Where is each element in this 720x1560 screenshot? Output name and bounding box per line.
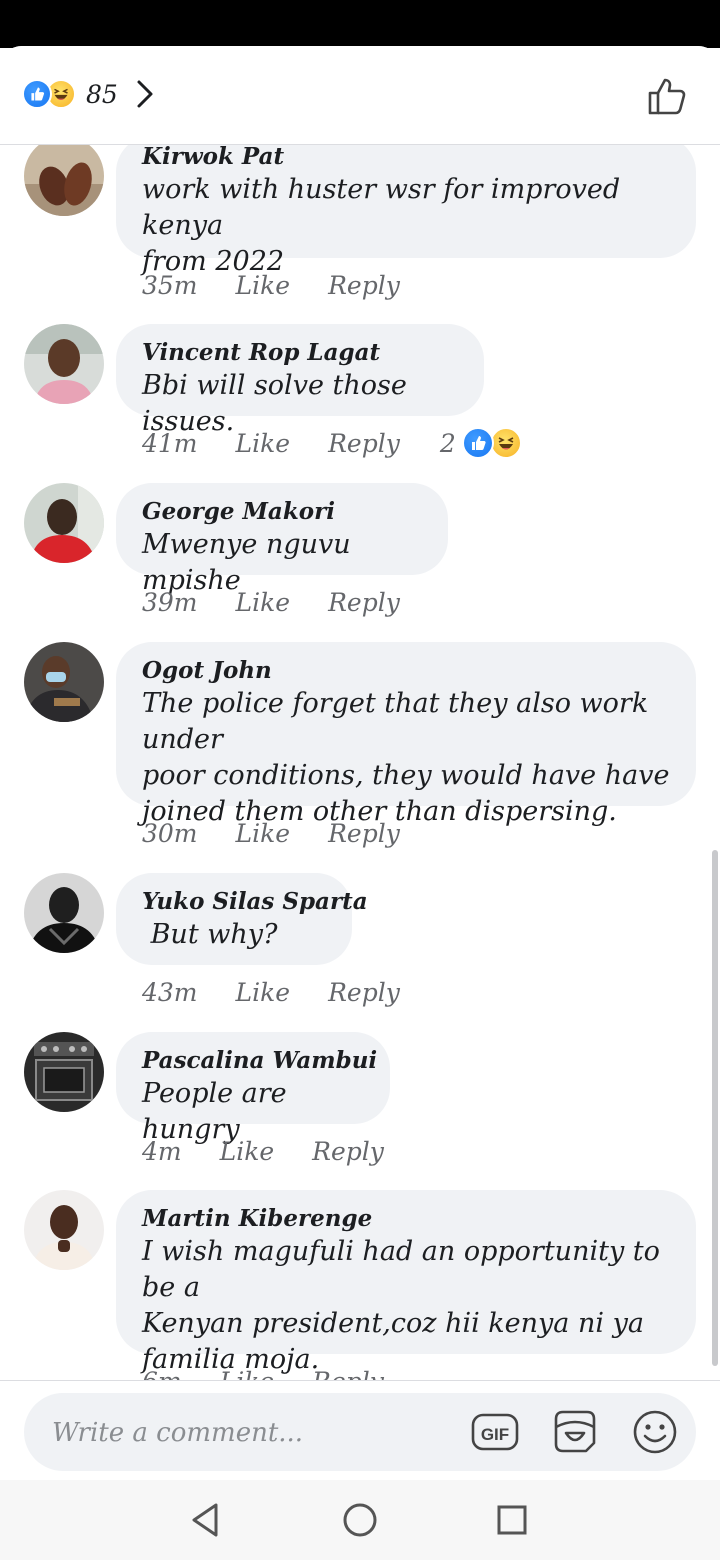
- like-link[interactable]: Like: [220, 1137, 275, 1166]
- comment-input[interactable]: [50, 1411, 474, 1455]
- home-icon[interactable]: [340, 1500, 380, 1540]
- comment-actions: 39m Like Reply: [142, 585, 400, 619]
- emoji-icon[interactable]: [630, 1407, 680, 1457]
- comment-bubble[interactable]: Kirwok Pat work with huster wsr for impr…: [116, 136, 696, 277]
- comment-actions: 30m Like Reply: [142, 816, 400, 850]
- commenter-name[interactable]: Vincent Rop Lagat: [142, 338, 458, 368]
- avatar[interactable]: [24, 642, 104, 722]
- reactions-header: 85: [0, 46, 720, 145]
- back-icon[interactable]: [186, 1500, 226, 1540]
- comment-bubble[interactable]: Yuko Silas Sparta But why?: [116, 873, 368, 965]
- reaction-count: 85: [86, 79, 118, 109]
- svg-text:GIF: GIF: [481, 1425, 509, 1444]
- reactions-summary[interactable]: 85: [22, 78, 154, 110]
- avatar[interactable]: [24, 1190, 104, 1270]
- avatar[interactable]: [24, 483, 104, 563]
- reply-link[interactable]: Reply: [328, 429, 400, 458]
- like-link[interactable]: Like: [236, 978, 291, 1007]
- like-link[interactable]: Like: [236, 588, 291, 617]
- comment-bubble[interactable]: Ogot John The police forget that they al…: [116, 642, 696, 827]
- comment-composer: GIF: [0, 1380, 720, 1480]
- commenter-name[interactable]: Kirwok Pat: [142, 142, 670, 172]
- comment-actions: 4m Like Reply: [142, 1134, 384, 1168]
- commenter-name[interactable]: Ogot John: [142, 656, 670, 686]
- comment-actions: 41m Like Reply 2: [142, 426, 522, 460]
- system-nav-bar: [0, 1480, 720, 1560]
- comment-actions: 35m Like Reply: [142, 268, 400, 302]
- like-link[interactable]: Like: [236, 429, 291, 458]
- comment-list[interactable]: Kirwok Pat work with huster wsr for impr…: [0, 46, 720, 1480]
- comments-sheet: Kirwok Pat work with huster wsr for impr…: [0, 46, 720, 1480]
- like-link[interactable]: Like: [236, 819, 291, 848]
- chevron-right-icon[interactable]: [136, 79, 154, 109]
- like-icon: [22, 79, 52, 109]
- comment-text: But why?: [142, 919, 278, 950]
- comment-time: 35m: [142, 270, 198, 300]
- avatar[interactable]: [24, 324, 104, 404]
- like-link[interactable]: Like: [236, 271, 291, 300]
- commenter-name[interactable]: George Makori: [142, 497, 422, 527]
- comment-time: 30m: [142, 818, 198, 848]
- comment-reactions[interactable]: 2: [440, 427, 522, 459]
- status-bar: [0, 0, 720, 48]
- like-icon: [461, 427, 494, 459]
- comment-text: The police forget that they also work un…: [142, 688, 670, 827]
- reply-link[interactable]: Reply: [328, 588, 400, 617]
- commenter-name[interactable]: Yuko Silas Sparta: [142, 887, 368, 917]
- avatar[interactable]: [24, 136, 104, 216]
- sticker-icon[interactable]: [550, 1407, 600, 1457]
- avatar[interactable]: [24, 1032, 104, 1112]
- haha-icon: [489, 427, 522, 459]
- reply-link[interactable]: Reply: [328, 978, 400, 1007]
- recents-icon[interactable]: [492, 1500, 532, 1540]
- comment-bubble[interactable]: Pascalina Wambui People are hungry: [116, 1032, 390, 1145]
- comment-time: 43m: [142, 977, 198, 1007]
- avatar[interactable]: [24, 873, 104, 953]
- reply-link[interactable]: Reply: [328, 819, 400, 848]
- commenter-name[interactable]: Pascalina Wambui: [142, 1046, 377, 1076]
- comment-actions: 43m Like Reply: [142, 975, 400, 1009]
- scrollbar[interactable]: [712, 850, 718, 1366]
- comment-bubble[interactable]: George Makori Mwenye nguvu mpishe: [116, 483, 448, 596]
- thumbs-up-outline-icon[interactable]: [646, 74, 690, 118]
- comment-time: 4m: [142, 1136, 182, 1166]
- comment-time: 39m: [142, 587, 198, 617]
- composer-box[interactable]: GIF: [24, 1393, 696, 1471]
- comment-reaction-count: 2: [439, 428, 456, 458]
- comment-text: work with huster wsr for improved kenya …: [142, 174, 621, 277]
- comment-time: 41m: [142, 428, 198, 458]
- reply-link[interactable]: Reply: [312, 1137, 384, 1166]
- comment-bubble[interactable]: Martin Kiberenge I wish magufuli had an …: [116, 1190, 696, 1375]
- gif-icon[interactable]: GIF: [470, 1407, 520, 1457]
- reply-link[interactable]: Reply: [328, 271, 400, 300]
- comment-text: I wish magufuli had an opportunity to be…: [142, 1236, 660, 1375]
- comment-bubble[interactable]: Vincent Rop Lagat Bbi will solve those i…: [116, 324, 484, 437]
- commenter-name[interactable]: Martin Kiberenge: [142, 1204, 670, 1234]
